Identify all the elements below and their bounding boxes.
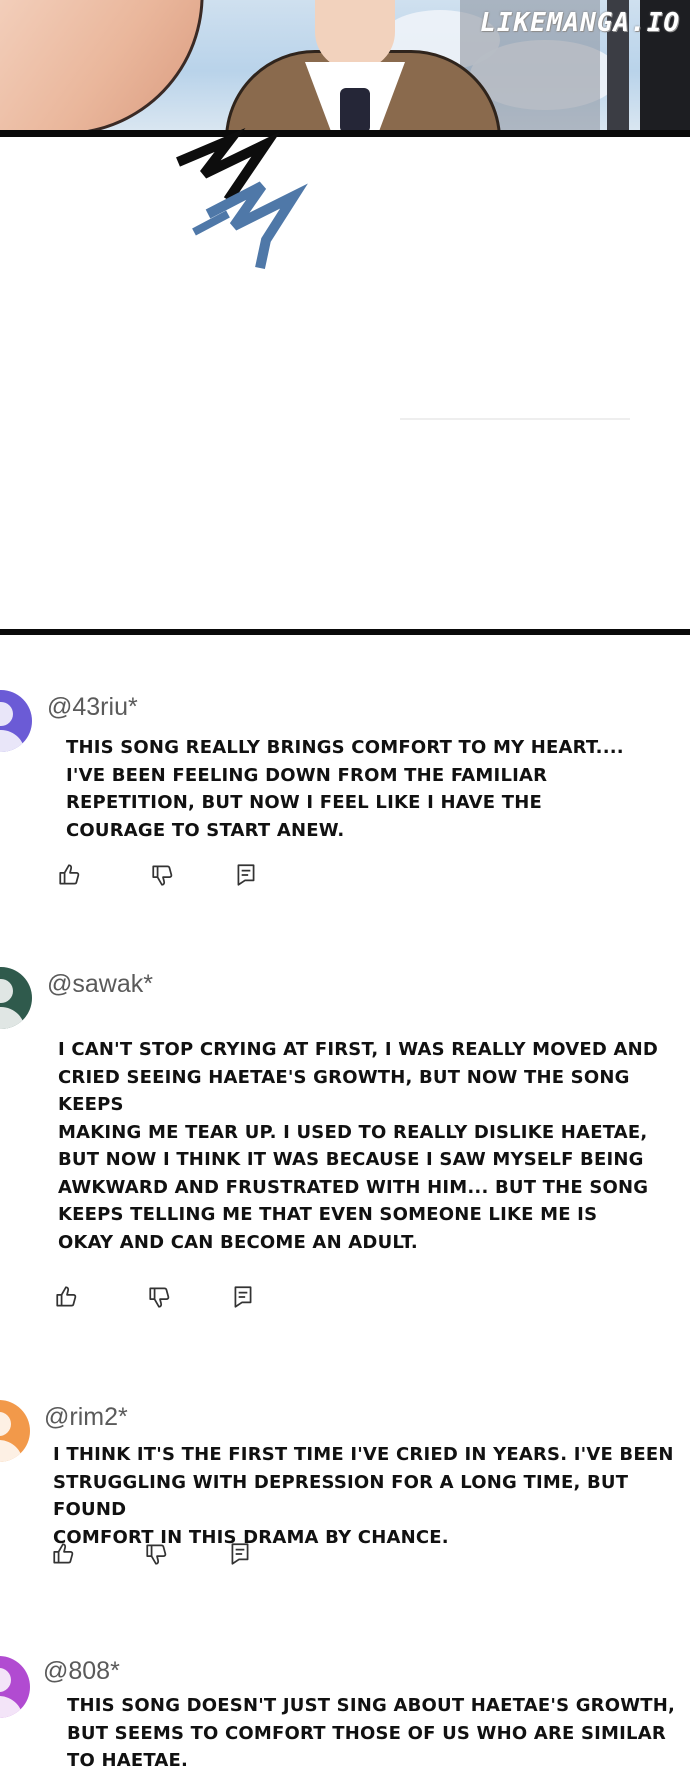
avatar[interactable] [0,1400,30,1462]
reply-icon[interactable] [227,1541,253,1567]
comment: @sawak* I can't stop crying at first, I … [0,957,690,1327]
character-tie [340,88,370,130]
thumbs-down-icon[interactable] [150,862,176,888]
comment-actions [57,862,277,892]
comment: @43riu* This song really brings comfort … [0,680,690,900]
reply-icon[interactable] [230,1284,256,1310]
faint-line [400,418,630,420]
thumbs-down-icon[interactable] [147,1284,173,1310]
panel-divider [0,629,690,635]
thumbs-up-icon[interactable] [54,1284,80,1310]
reply-icon[interactable] [233,862,259,888]
thumbs-up-icon[interactable] [57,862,83,888]
avatar[interactable] [0,967,32,1029]
sound-effect-zigzag [176,128,308,270]
avatar[interactable] [0,690,32,752]
username[interactable]: @808* [43,1657,120,1686]
avatar[interactable] [0,1656,30,1718]
username[interactable]: @sawak* [47,970,153,999]
comment-actions [51,1541,271,1571]
thumbs-up-icon[interactable] [51,1541,77,1567]
thumbs-down-icon[interactable] [144,1541,170,1567]
comment: @rim2* I think it's the first time I've … [0,1392,690,1582]
watermark: LIKEMANGA.IO [480,8,680,38]
finger-closeup [0,0,226,130]
manga-panel-top: LIKEMANGA.IO [0,0,690,140]
comment: @808* This song doesn't just sing about … [0,1650,690,1771]
username[interactable]: @rim2* [44,1403,128,1432]
comment-text: This song really brings comfort to my he… [66,737,624,841]
character-neck [315,0,395,70]
panel-border [0,130,690,137]
comment-text: I can't stop crying at first, I was real… [58,1039,659,1253]
username[interactable]: @43riu* [47,693,138,722]
comment-text: This song doesn't just sing about Haetae… [67,1695,676,1771]
comment-actions [54,1284,274,1314]
comment-text: I think it's the first time I've cried i… [53,1444,674,1548]
